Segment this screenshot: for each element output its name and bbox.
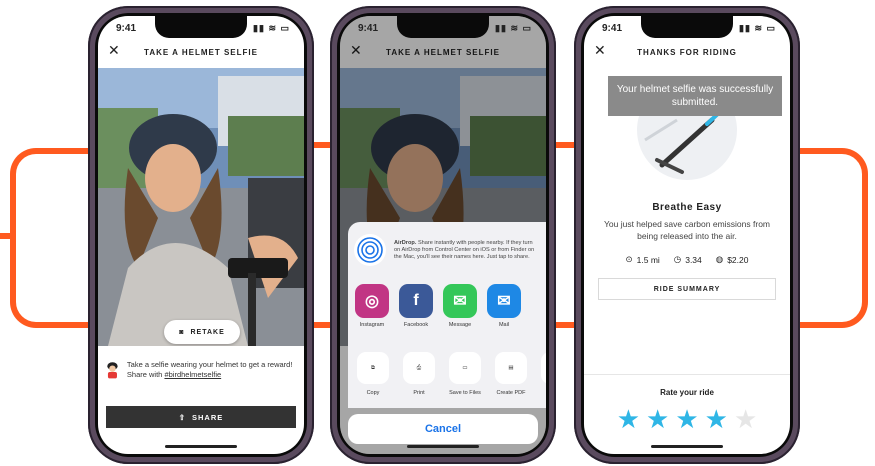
share-button[interactable]: ⇧ SHARE	[106, 406, 296, 428]
instagram-icon: ◎	[355, 284, 389, 318]
share-sheet: AirDrop. Share instantly with people nea…	[348, 222, 546, 408]
camera-icon: ◙	[179, 328, 185, 336]
status-time: 9:41	[602, 23, 623, 34]
share-apps-row: ◎ Instagram f Facebook ✉ Message ✉ Mail	[348, 284, 522, 328]
clock-icon: ◷	[673, 254, 682, 264]
stat-time-value: 3.34	[685, 254, 702, 265]
hashtag-link[interactable]: #birdhelmetselfie	[164, 370, 221, 379]
retake-button[interactable]: ◙ RETAKE	[164, 320, 240, 344]
phone-share-sheet: 9:41 ▮▮ ≋ ▭ ✕ TAKE A HELMET SELFIE AirDr…	[330, 6, 556, 464]
location-pin-icon: ⊙	[625, 254, 633, 264]
print-icon: ⎙	[403, 352, 435, 384]
thanks-screen: 9:41 ▮▮ ≋ ▭ ✕ THANKS FOR RIDING Your hel…	[584, 16, 790, 454]
action-copy[interactable]: ⧉ Copy	[354, 352, 392, 396]
more-icon: ⋯	[541, 352, 546, 384]
share-screen: 9:41 ▮▮ ≋ ▭ ✕ TAKE A HELMET SELFIE AirDr…	[340, 16, 546, 454]
airdrop-description: AirDrop. Share instantly with people nea…	[394, 240, 540, 261]
page-title: THANKS FOR RIDING	[637, 48, 737, 57]
airdrop-row[interactable]: AirDrop. Share instantly with people nea…	[354, 228, 540, 272]
selfie-prompt: Take a selfie wearing your helmet to get…	[106, 352, 296, 388]
action-label: Create PDF	[496, 390, 526, 396]
stat-cost-value: $2.20	[727, 254, 749, 265]
decorative-left-stub	[0, 233, 14, 239]
status-icons: ▮▮ ≋ ▭	[253, 23, 290, 33]
share-label: SHARE	[192, 412, 224, 422]
home-indicator	[407, 445, 479, 448]
copy-icon: ⧉	[357, 352, 389, 384]
messages-icon: ✉	[443, 284, 477, 318]
status-icons: ▮▮ ≋ ▭	[739, 23, 776, 33]
share-app-label: Facebook	[403, 322, 429, 328]
action-label: Print	[413, 390, 425, 396]
share-icon: ⇧	[178, 412, 187, 422]
action-label: Copy	[366, 390, 380, 396]
home-indicator	[651, 445, 723, 448]
notch	[155, 16, 247, 38]
airdrop-title: AirDrop.	[394, 239, 417, 246]
star-icon[interactable]: ★	[705, 406, 728, 432]
selfie-prompt-text: Take a selfie wearing your helmet to get…	[127, 360, 296, 380]
star-rating: ★ ★ ★ ★ ★	[584, 406, 790, 432]
star-icon[interactable]: ★	[617, 406, 640, 432]
stat-cost: ◍ $2.20	[716, 254, 749, 265]
retake-label: RETAKE	[190, 328, 225, 336]
thanks-text: You just helped save carbon emissions fr…	[604, 219, 770, 241]
share-app-label: Mail	[498, 322, 510, 328]
facebook-icon: f	[399, 284, 433, 318]
screen-header: ✕ TAKE A HELMET SELFIE	[98, 42, 304, 66]
folder-icon: ▭	[449, 352, 481, 384]
home-indicator	[165, 445, 237, 448]
share-app-label: Message	[448, 322, 472, 328]
close-icon[interactable]: ✕	[594, 42, 607, 59]
airdrop-text: Share instantly with people nearby. If t…	[394, 239, 535, 260]
stat-distance: ⊙ 1.5 mi	[626, 254, 660, 265]
selfie-photo: ◙ RETAKE	[98, 68, 304, 346]
thanks-title: Breathe Easy	[652, 202, 722, 213]
pdf-icon: ▤	[495, 352, 527, 384]
share-app-message[interactable]: ✉ Message	[442, 284, 478, 328]
selfie-image	[98, 68, 304, 346]
action-create-pdf[interactable]: ▤ Create PDF	[492, 352, 530, 396]
star-icon[interactable]: ★	[734, 406, 757, 432]
notch	[397, 16, 489, 38]
close-icon[interactable]: ✕	[108, 42, 121, 59]
phone-selfie: 9:41 ▮▮ ≋ ▭ ✕ TAKE A HELMET SELFIE ◙ RET…	[88, 6, 314, 464]
action-print[interactable]: ⎙ Print	[400, 352, 438, 396]
star-icon[interactable]: ★	[646, 406, 669, 432]
action-save-to-files[interactable]: ▭ Save to Files	[446, 352, 484, 396]
selfie-avatar-icon	[107, 362, 118, 379]
status-time: 9:41	[358, 23, 379, 34]
status-time: 9:41	[116, 23, 137, 34]
share-app-facebook[interactable]: f Facebook	[398, 284, 434, 328]
action-label: Save to Files	[449, 390, 481, 396]
star-icon[interactable]: ★	[675, 406, 698, 432]
status-icons: ▮▮ ≋ ▭	[495, 23, 532, 33]
share-app-label: Instagram	[359, 322, 385, 328]
page-title: TAKE A HELMET SELFIE	[144, 48, 258, 57]
ride-summary-button[interactable]: RIDE SUMMARY	[598, 278, 776, 300]
share-actions-row: ⧉ Copy ⎙ Print ▭ Save to Files ▤ Create …	[348, 352, 546, 396]
selfie-screen: 9:41 ▮▮ ≋ ▭ ✕ TAKE A HELMET SELFIE ◙ RET…	[98, 16, 304, 454]
notch	[641, 16, 733, 38]
rate-label: Rate your ride	[660, 388, 714, 397]
stat-time: ◷ 3.34	[674, 254, 702, 265]
phone-thanks: 9:41 ▮▮ ≋ ▭ ✕ THANKS FOR RIDING Your hel…	[574, 6, 800, 464]
mail-icon: ✉	[487, 284, 521, 318]
cancel-button[interactable]: Cancel	[348, 414, 538, 444]
promo-canvas: 9:41 ▮▮ ≋ ▭ ✕ TAKE A HELMET SELFIE ◙ RET…	[0, 0, 875, 466]
stat-distance-value: 1.5 mi	[636, 254, 660, 265]
success-toast: Your helmet selfie was successfully subm…	[608, 76, 782, 116]
share-app-instagram[interactable]: ◎ Instagram	[354, 284, 390, 328]
airdrop-icon	[354, 234, 386, 266]
divider	[584, 374, 790, 375]
ride-stats: ⊙ 1.5 mi ◷ 3.34 ◍ $2.20	[584, 254, 790, 265]
share-app-mail[interactable]: ✉ Mail	[486, 284, 522, 328]
action-more[interactable]: ⋯ Ne	[538, 352, 546, 396]
screen-header: ✕ THANKS FOR RIDING	[584, 42, 790, 66]
coins-icon: ◍	[715, 254, 724, 264]
